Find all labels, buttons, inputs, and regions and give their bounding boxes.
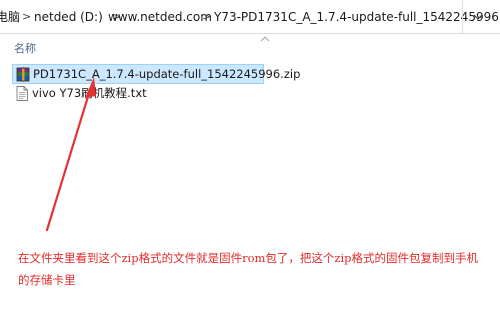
text-file-icon — [16, 86, 28, 101]
breadcrumb-site-folder[interactable]: www.netded.com — [108, 9, 212, 25]
annotation-text: 在文件夹里看到这个zip格式的文件就是固件rom包了，把这个zip格式的固件包复… — [18, 251, 479, 287]
column-header-name[interactable]: 名称 — [14, 40, 36, 56]
winrar-archive-icon — [16, 67, 30, 82]
address-bar: 电脑 > netded (D:) > www.netded.com > Y73-… — [0, 0, 500, 34]
breadcrumb-separator[interactable]: > — [22, 9, 31, 25]
chevron-down-icon — [473, 14, 483, 20]
breadcrumb-drive[interactable]: netded (D:) — [34, 9, 103, 25]
file-name: vivo Y73刷机教程.txt — [32, 86, 147, 100]
breadcrumb-this-pc[interactable]: 电脑 — [0, 9, 20, 25]
file-row-zip[interactable]: PD1731C_A_1.7.4-update-full_1542245996.z… — [12, 64, 300, 84]
file-list-header: 名称 — [0, 34, 500, 56]
address-history-dropdown[interactable] — [462, 0, 492, 33]
breadcrumb-current-folder[interactable]: Y73-PD1731C_A_1.7.4-update-full_15422459… — [214, 9, 499, 25]
sort-ascending-icon — [260, 36, 270, 42]
breadcrumb-separator[interactable]: > — [202, 9, 211, 25]
file-name: PD1731C_A_1.7.4-update-full_1542245996.z… — [33, 67, 301, 81]
file-row-txt[interactable]: vivo Y73刷机教程.txt — [12, 84, 264, 104]
